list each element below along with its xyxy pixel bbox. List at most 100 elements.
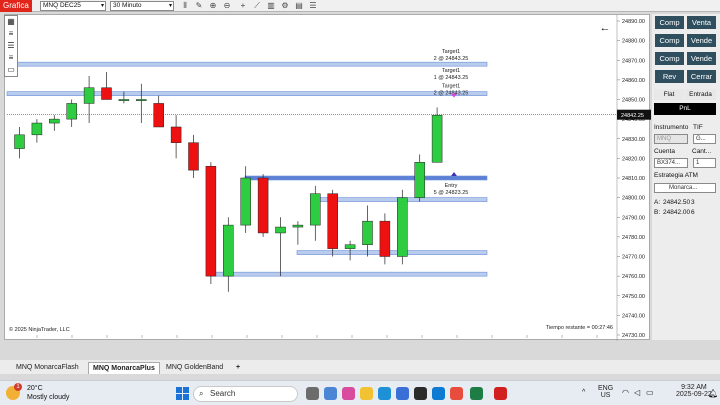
price-level-target1[interactable]	[6, 61, 488, 67]
candle-body[interactable]	[292, 224, 304, 228]
candle-body[interactable]	[397, 197, 408, 257]
price-level-entry-line[interactable]	[244, 175, 488, 181]
candle-body[interactable]	[240, 177, 251, 226]
sell-market-button[interactable]: Venta	[687, 16, 716, 29]
instrument-field[interactable]: MNQ	[654, 134, 688, 144]
add-tab-button[interactable]: +	[232, 362, 244, 374]
lines-icon[interactable]: ≡	[5, 52, 17, 64]
quantity-label: Cant...	[692, 148, 712, 155]
candle-body[interactable]	[379, 220, 391, 257]
tif-select[interactable]: G...	[693, 134, 716, 144]
template-icon[interactable]: ▤	[294, 1, 304, 11]
language-indicator[interactable]: ENG US	[598, 385, 613, 399]
candle-body[interactable]	[275, 226, 286, 234]
close-position-button[interactable]: Cerrar	[687, 70, 716, 83]
indicator-icon[interactable]: ▥	[266, 1, 276, 11]
draw-tool-icon[interactable]: ✎	[194, 1, 204, 11]
reverse-button[interactable]: Rev	[655, 70, 684, 83]
edge-icon[interactable]	[378, 387, 391, 400]
notifications-bell-icon[interactable]: 🔔︎	[708, 389, 718, 398]
candle-body[interactable]	[205, 165, 217, 277]
chart-svg[interactable]: 24890.00 24880.00 24870.00 24860.00 24850.00…	[5, 15, 651, 347]
account-select[interactable]: BX374...	[654, 158, 688, 168]
candle-body[interactable]	[14, 134, 25, 149]
zoom-in-icon[interactable]: ⊕	[208, 1, 218, 11]
candle-body[interactable]	[414, 162, 425, 198]
candle-body[interactable]	[118, 99, 130, 101]
chrome-icon[interactable]	[450, 387, 463, 400]
quantity-stepper[interactable]: 1	[693, 158, 716, 168]
list-icon[interactable]: ☰	[5, 40, 17, 52]
entry-button[interactable]: Entrada	[685, 89, 716, 100]
y-tick-label: 24850.00	[622, 98, 645, 104]
candle-body[interactable]	[431, 114, 443, 163]
terminal-icon[interactable]	[414, 387, 427, 400]
candle-body[interactable]	[223, 224, 234, 277]
candle-body[interactable]	[153, 103, 164, 128]
candle-body[interactable]	[188, 142, 199, 171]
candle-body[interactable]	[257, 177, 269, 234]
weather-desc: Mostly cloudy	[27, 394, 70, 401]
price-chart[interactable]: 24890.00 24880.00 24870.00 24860.00 24850.00…	[4, 14, 651, 347]
sell-stop-button[interactable]: Vende	[687, 52, 716, 65]
buy-market-button[interactable]: Comp	[655, 16, 684, 29]
taskbar-search-input[interactable]: Search	[193, 386, 298, 402]
interval-select[interactable]: 30 Minuto ▾	[110, 1, 174, 11]
candle-body[interactable]	[66, 103, 77, 120]
tab-goldenband[interactable]: MNQ GoldenBand	[162, 362, 227, 374]
task-view-icon[interactable]	[306, 387, 319, 400]
candle-body[interactable]	[83, 87, 95, 104]
target-label: Target1	[442, 84, 460, 90]
flat-button[interactable]: Flat	[654, 89, 684, 100]
candle-body[interactable]	[136, 99, 147, 101]
app-tab-grafica[interactable]: Grafica	[0, 0, 32, 12]
y-tick-label: 24860.00	[622, 78, 645, 84]
instrument-value: MNQ DEC25	[43, 2, 81, 9]
entry-label: Entry	[445, 183, 458, 189]
tab-monarcaflash[interactable]: MNQ MonarcaFlash	[12, 362, 83, 374]
weather-temp: 20°C	[27, 385, 43, 392]
copilot-icon[interactable]	[342, 387, 355, 400]
properties-icon[interactable]: ☰	[308, 1, 318, 11]
widgets-icon[interactable]	[324, 387, 337, 400]
store-icon[interactable]	[396, 387, 409, 400]
sell-limit-button[interactable]: Vende	[687, 34, 716, 47]
volume-icon[interactable]: ◁	[634, 388, 640, 397]
rect-icon[interactable]: ▭	[5, 64, 17, 76]
menu-icon[interactable]: ≡	[5, 28, 17, 40]
candle-body[interactable]	[101, 87, 112, 100]
candle-body[interactable]	[362, 220, 373, 245]
instrument-select[interactable]: MNQ DEC25 ▾	[40, 1, 106, 11]
ninjatrader-icon[interactable]	[494, 387, 507, 400]
crosshair-icon[interactable]: +	[238, 1, 248, 11]
candle-body[interactable]	[170, 126, 182, 143]
candle-body[interactable]	[344, 244, 356, 249]
battery-icon[interactable]: ▭	[646, 388, 654, 397]
outlook-icon[interactable]	[432, 387, 445, 400]
excel-icon[interactable]	[470, 387, 483, 400]
candle-body[interactable]	[327, 193, 338, 249]
candle-body[interactable]	[310, 193, 321, 226]
bars-icon[interactable]: ⫴	[180, 1, 190, 11]
strategy-icon[interactable]: ⚙	[280, 1, 290, 11]
tab-monarcaplus[interactable]: MNQ MonarcaPlus	[88, 362, 160, 374]
price-level-level-4[interactable]	[209, 271, 488, 277]
grid-icon[interactable]: ▦	[5, 16, 17, 28]
tray-chevron-icon[interactable]: ^	[582, 389, 585, 396]
target-label: Target1	[442, 68, 460, 74]
zoom-out-icon[interactable]: ⊖	[222, 1, 232, 11]
price-level-target2[interactable]	[6, 91, 488, 96]
price-level-level-3[interactable]	[296, 250, 488, 255]
taskbar: 1 20°C Mostly cloudy Search ⌕ ^ ENG US ◠…	[0, 380, 720, 405]
notification-badge: 1	[14, 383, 22, 391]
candle-body[interactable]	[49, 118, 60, 124]
candle-body[interactable]	[31, 122, 43, 136]
atm-strategy-select[interactable]: Monarca...	[654, 183, 716, 193]
buy-limit-button[interactable]: Comp	[655, 34, 684, 47]
windows-start-icon[interactable]	[176, 387, 189, 400]
file-explorer-icon[interactable]	[360, 387, 373, 400]
buy-stop-button[interactable]: Comp	[655, 52, 684, 65]
line-tool-icon[interactable]: ⟋	[252, 1, 262, 11]
wifi-icon[interactable]: ◠	[622, 388, 629, 397]
clock[interactable]: 9:32 AM 2025-09-22	[676, 384, 712, 398]
